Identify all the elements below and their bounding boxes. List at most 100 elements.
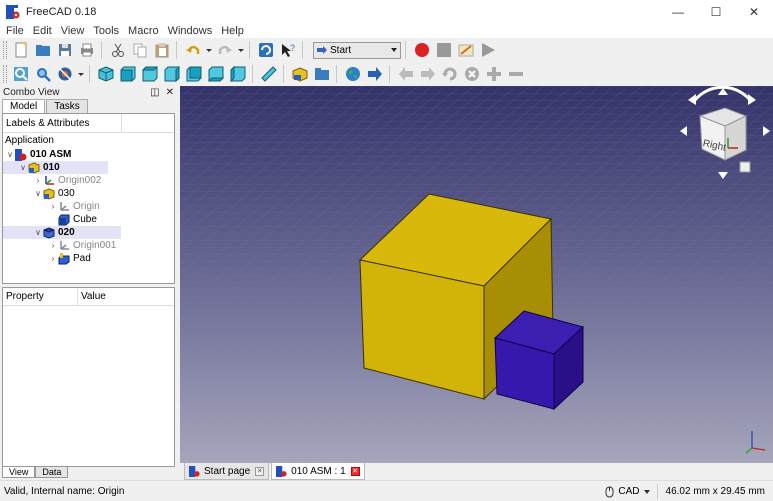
column-property[interactable]: Property — [3, 288, 78, 305]
redo-icon[interactable] — [215, 40, 235, 60]
tab-tasks[interactable]: Tasks — [46, 99, 88, 113]
reload-icon[interactable] — [440, 64, 460, 84]
close-button[interactable]: ✕ — [735, 0, 773, 23]
isometric-view-icon[interactable] — [96, 64, 116, 84]
fit-selection-icon[interactable] — [33, 64, 53, 84]
draw-style-dropdown-icon[interactable] — [77, 64, 85, 84]
web-forward-icon[interactable] — [365, 64, 385, 84]
view-menu-icon[interactable] — [739, 161, 751, 173]
expand-arrow-icon[interactable]: ∨ — [33, 189, 43, 198]
float-panel-icon[interactable]: ◫ — [150, 87, 159, 98]
save-icon[interactable] — [55, 40, 75, 60]
combo-view-title: Combo View — [3, 87, 60, 98]
tab-view[interactable]: View — [2, 467, 36, 478]
refresh-icon[interactable] — [256, 40, 276, 60]
toolbar-grip[interactable] — [3, 41, 7, 59]
small-cube[interactable] — [494, 310, 584, 411]
expand-arrow-icon[interactable]: ∨ — [18, 163, 28, 172]
tree-item-origin001[interactable]: › Origin001 — [3, 239, 174, 252]
tree-item-010[interactable]: ∨ 010 — [3, 161, 108, 174]
macro-record-icon[interactable] — [412, 40, 432, 60]
svg-text:?: ? — [290, 43, 295, 53]
print-icon[interactable] — [77, 40, 97, 60]
tab-data[interactable]: Data — [35, 467, 69, 478]
undo-dropdown-icon[interactable] — [205, 40, 213, 60]
tab-model[interactable]: Model — [2, 99, 46, 113]
tree-item-origin002[interactable]: › Origin002 — [3, 174, 174, 187]
menu-tools[interactable]: Tools — [93, 25, 119, 37]
menu-view[interactable]: View — [61, 25, 85, 37]
macro-edit-icon[interactable] — [456, 40, 476, 60]
menu-edit[interactable]: Edit — [33, 25, 52, 37]
create-group-icon[interactable] — [312, 64, 332, 84]
tree-item-label: Origin — [73, 201, 100, 212]
freecad-logo-icon — [276, 465, 287, 477]
undo-icon[interactable] — [183, 40, 203, 60]
expand-arrow-icon[interactable]: ∨ — [5, 150, 15, 159]
rear-view-icon[interactable] — [184, 64, 204, 84]
close-panel-icon[interactable]: ✕ — [166, 87, 174, 98]
whats-this-icon[interactable]: ? — [278, 40, 298, 60]
menu-help[interactable]: Help — [221, 25, 244, 37]
nav-back-icon[interactable] — [396, 64, 416, 84]
3d-scene[interactable]: Right — [180, 86, 773, 463]
tree-header: Labels & Attributes — [3, 113, 174, 133]
stop-loading-icon[interactable] — [462, 64, 482, 84]
left-view-icon[interactable] — [228, 64, 248, 84]
zoom-in-icon[interactable] — [484, 64, 504, 84]
tree-item-cube[interactable]: Cube — [3, 213, 174, 226]
top-view-icon[interactable] — [140, 64, 160, 84]
document-tabs: Start page ✕ 010 ASM : 1 ✕ — [180, 463, 773, 480]
macro-run-icon[interactable] — [478, 40, 498, 60]
doc-tab-010-asm[interactable]: 010 ASM : 1 ✕ — [271, 463, 365, 480]
workbench-selector[interactable]: Start — [313, 41, 401, 59]
copy-icon[interactable] — [130, 40, 150, 60]
cut-icon[interactable] — [108, 40, 128, 60]
collapse-arrow-icon[interactable]: › — [48, 202, 58, 211]
bottom-view-icon[interactable] — [206, 64, 226, 84]
collapse-arrow-icon[interactable]: › — [48, 254, 58, 263]
collapse-arrow-icon[interactable]: › — [48, 241, 58, 250]
tree-item-label: 020 — [58, 227, 75, 238]
maximize-button[interactable]: ☐ — [697, 0, 735, 23]
3d-viewport[interactable]: Right — [180, 86, 773, 463]
menu-macro[interactable]: Macro — [128, 25, 159, 37]
cube-icon — [58, 214, 70, 226]
tree-item-label: Origin002 — [58, 175, 102, 186]
tree-item-pad[interactable]: › Pad — [3, 252, 174, 265]
tree-item-020[interactable]: ∨ 020 — [3, 226, 121, 239]
minimize-button[interactable]: — — [659, 0, 697, 23]
macro-stop-icon[interactable] — [434, 40, 454, 60]
doc-tab-start-page[interactable]: Start page ✕ — [184, 463, 270, 480]
collapse-arrow-icon[interactable]: › — [33, 176, 43, 185]
tree-item-origin[interactable]: › Origin — [3, 200, 174, 213]
menu-file[interactable]: File — [6, 25, 24, 37]
origin-icon — [58, 201, 70, 213]
navigation-style-selector[interactable]: CAD — [599, 484, 658, 499]
menu-bar: File Edit View Tools Macro Windows Help — [0, 23, 773, 38]
front-view-icon[interactable] — [118, 64, 138, 84]
pad-icon — [58, 252, 70, 265]
fit-all-icon[interactable] — [11, 64, 31, 84]
web-home-icon[interactable] — [343, 64, 363, 84]
new-document-icon[interactable] — [11, 40, 31, 60]
close-tab-icon[interactable]: ✕ — [255, 466, 265, 476]
nav-next-icon[interactable] — [418, 64, 438, 84]
toolbar-grip-2[interactable] — [3, 65, 7, 83]
column-value[interactable]: Value — [78, 288, 106, 305]
close-tab-icon[interactable]: ✕ — [350, 466, 360, 476]
menu-windows[interactable]: Windows — [168, 25, 213, 37]
tree-item-010-asm[interactable]: ∨ 010 ASM — [3, 148, 174, 161]
zoom-out-icon[interactable] — [506, 64, 526, 84]
draw-style-icon[interactable] — [55, 64, 75, 84]
open-folder-icon[interactable] — [33, 40, 53, 60]
paste-icon[interactable] — [152, 40, 172, 60]
expand-arrow-icon[interactable]: ∨ — [33, 228, 43, 237]
doc-tab-label: 010 ASM : 1 — [291, 465, 346, 477]
create-part-icon[interactable] — [290, 64, 310, 84]
measure-distance-icon[interactable] — [259, 64, 279, 84]
tree-item-030[interactable]: ∨ 030 — [3, 187, 174, 200]
right-view-icon[interactable] — [162, 64, 182, 84]
redo-dropdown-icon[interactable] — [237, 40, 245, 60]
tree-section-application: Application — [5, 135, 54, 146]
